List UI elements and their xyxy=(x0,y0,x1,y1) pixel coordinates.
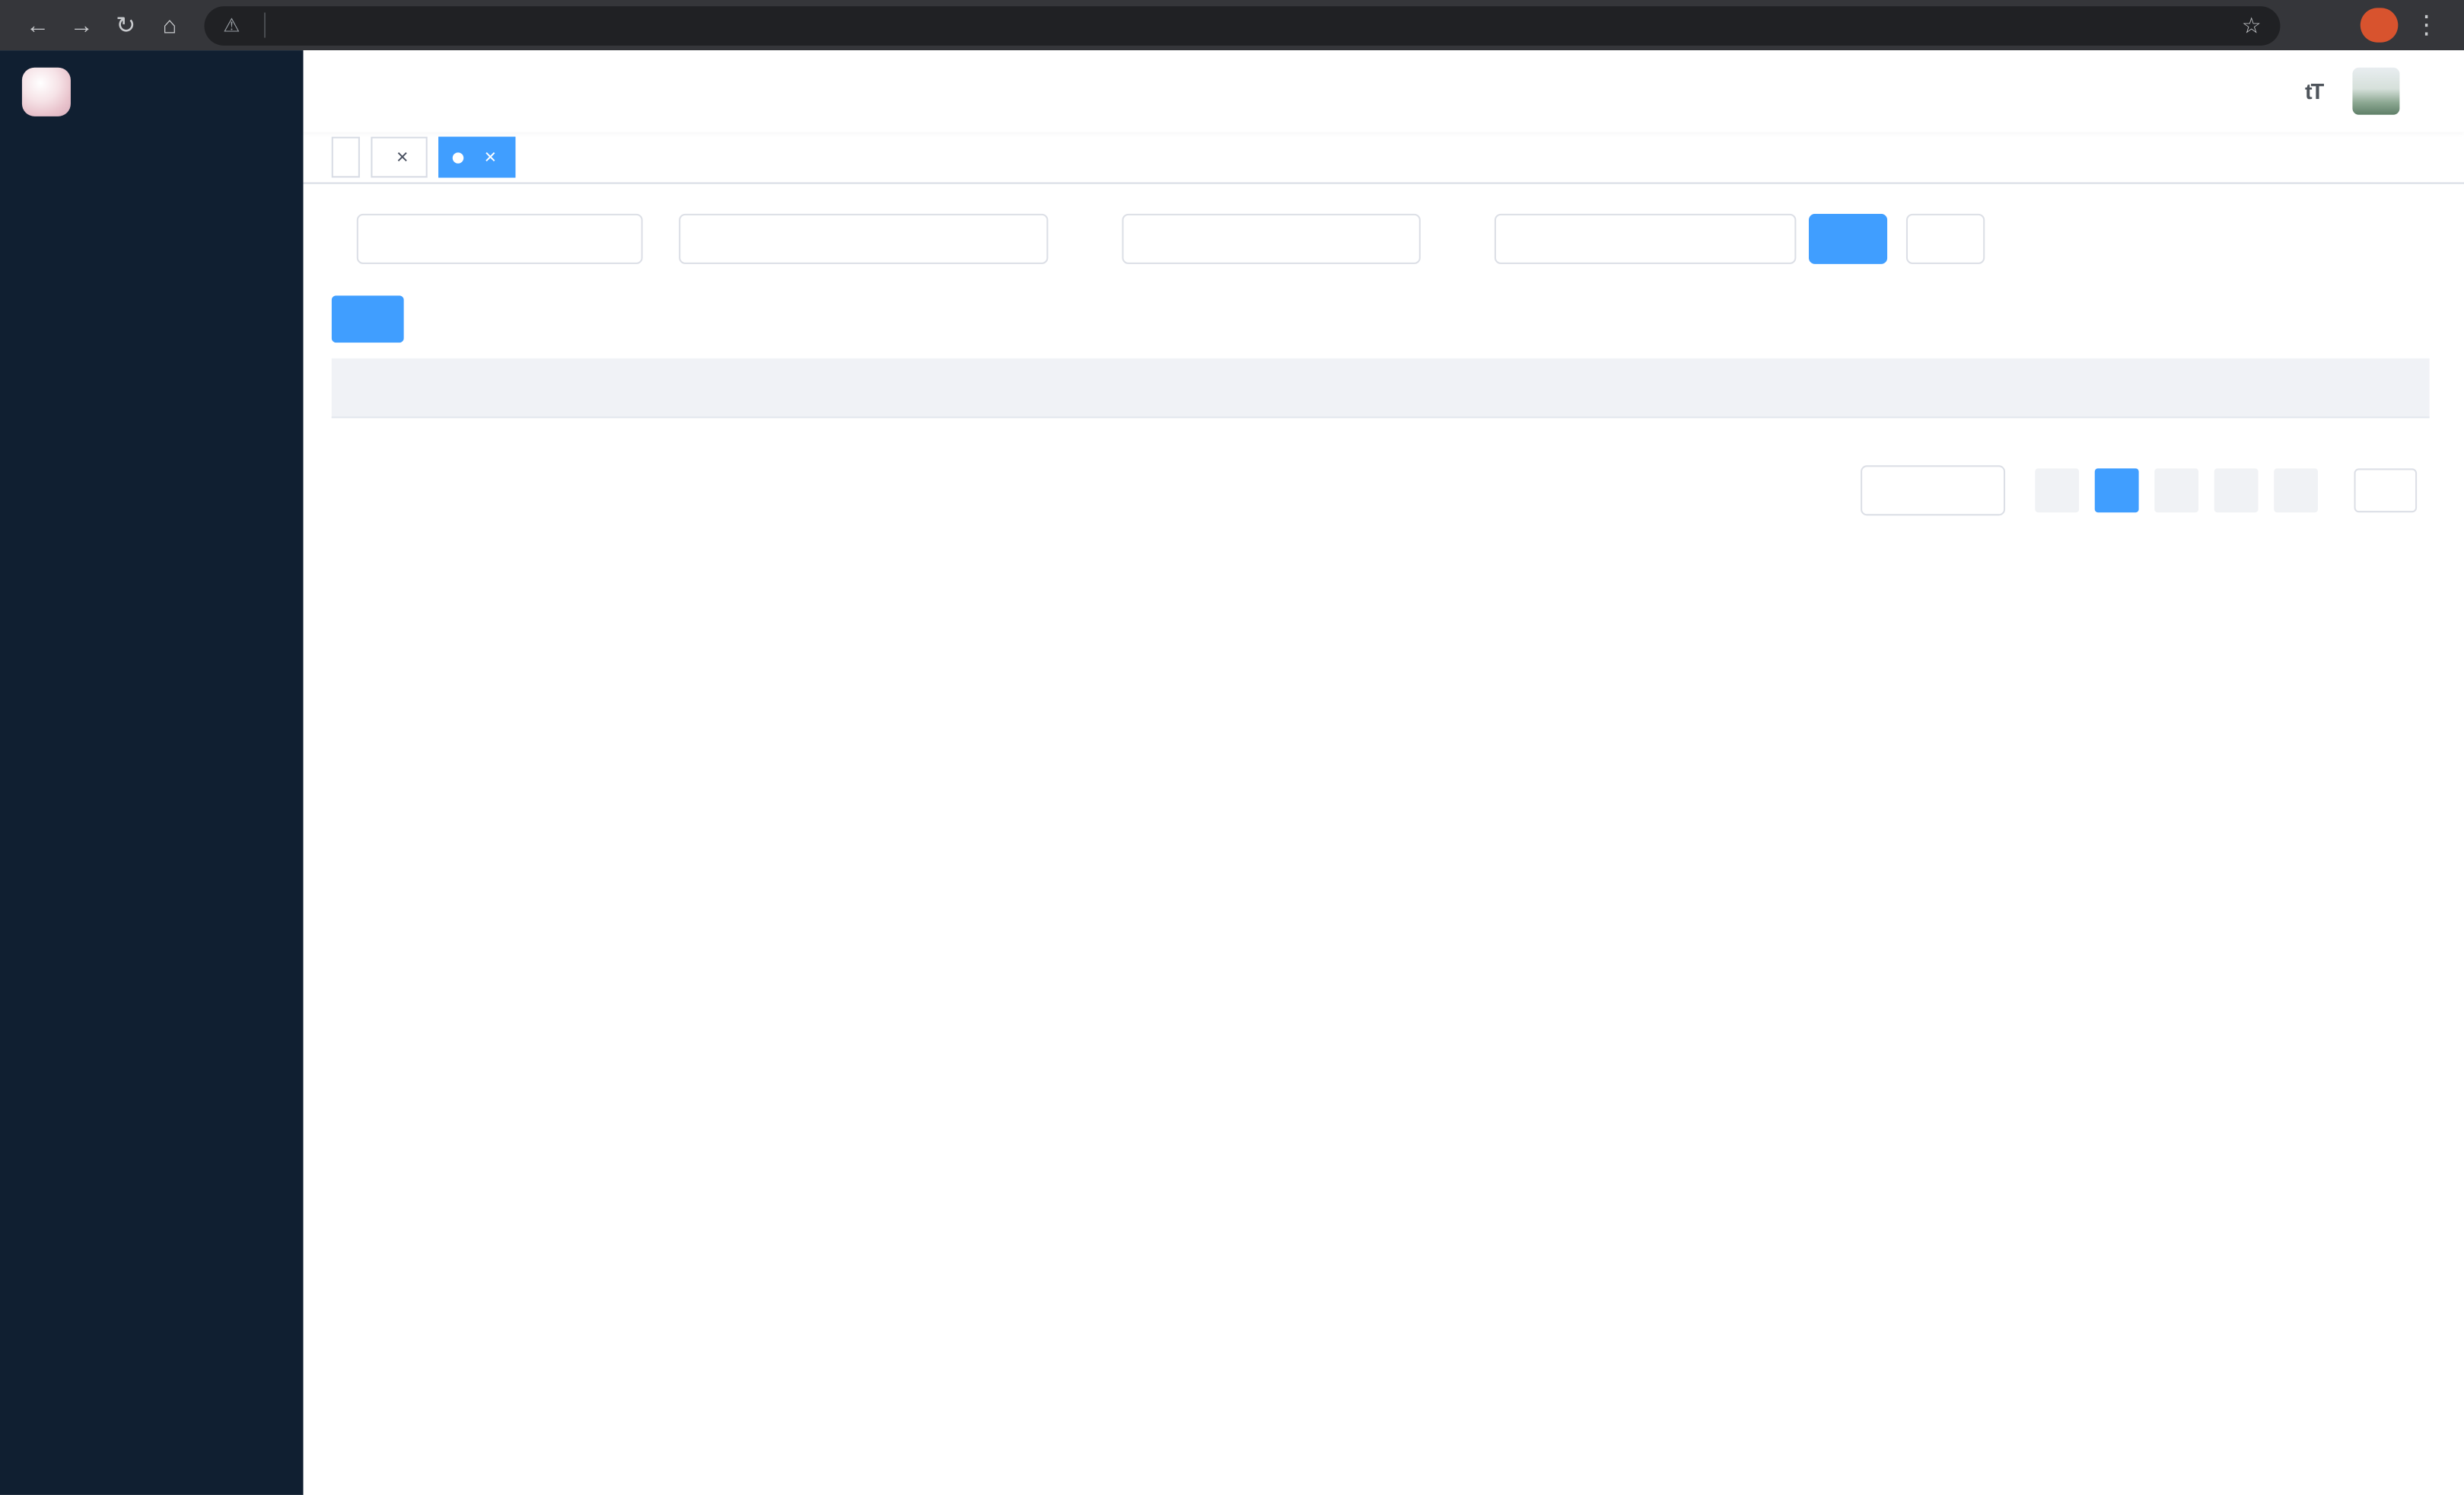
tab-leave-query[interactable]: × xyxy=(438,136,516,178)
reason-input[interactable] xyxy=(1494,213,1797,264)
tab-process-detail[interactable]: × xyxy=(371,136,428,178)
refresh-icon[interactable] xyxy=(2396,308,2420,331)
font-size-icon[interactable]: tT xyxy=(2305,78,2324,104)
leave-table xyxy=(331,358,2430,419)
navbar: tT xyxy=(304,50,2464,132)
chevron-down-icon xyxy=(605,230,624,249)
close-icon[interactable]: × xyxy=(479,146,501,168)
search-icon xyxy=(1834,228,1854,249)
page-content xyxy=(304,184,2464,1495)
reset-button[interactable] xyxy=(1905,213,1985,264)
chevron-right-icon xyxy=(2287,482,2305,499)
apply-time-range-picker[interactable] xyxy=(679,213,1049,264)
search-icon[interactable] xyxy=(2104,78,2131,104)
search-button[interactable] xyxy=(1808,213,1888,264)
chevron-down-icon xyxy=(1972,481,1991,500)
calendar-icon xyxy=(698,228,720,250)
fullscreen-icon[interactable] xyxy=(2255,78,2281,104)
browser-back-icon[interactable]: ← xyxy=(18,5,59,46)
pagination xyxy=(332,465,2430,516)
create-leave-button[interactable] xyxy=(331,295,404,343)
user-avatar[interactable] xyxy=(2352,67,2400,115)
caret-down-icon[interactable] xyxy=(2423,83,2439,99)
sidebar-menu xyxy=(0,132,304,1494)
refresh-icon xyxy=(1931,228,1952,249)
chevron-left-icon xyxy=(2049,482,2066,499)
page-size-select[interactable] xyxy=(1861,465,2006,516)
browser-reload-icon[interactable]: ↻ xyxy=(105,5,146,46)
incognito-icon xyxy=(2306,16,2332,35)
bookmark-star-icon[interactable]: ☆ xyxy=(2242,11,2262,38)
address-bar[interactable]: ⚠ ☆ xyxy=(204,5,2281,45)
navbar-actions: tT xyxy=(2104,67,2439,115)
hide-search-icon[interactable] xyxy=(2345,308,2368,331)
browser-home-icon[interactable]: ⌂ xyxy=(149,5,190,46)
goto-page-input[interactable] xyxy=(2354,468,2418,513)
github-icon[interactable] xyxy=(2154,78,2181,104)
browser-chrome: ← → ↻ ⌂ ⚠ ☆ ⋮ xyxy=(0,0,2464,51)
sidebar-collapse-icon[interactable] xyxy=(330,78,357,104)
browser-forward-icon[interactable]: → xyxy=(62,5,103,46)
chevron-down-icon xyxy=(1383,230,1402,249)
incognito-badge xyxy=(2306,16,2341,35)
tags-view: × × xyxy=(303,132,2464,184)
sidebar xyxy=(0,50,304,1495)
result-select[interactable] xyxy=(1122,213,1421,264)
security-chip[interactable]: ⚠ xyxy=(223,12,266,38)
warning-icon: ⚠ xyxy=(223,14,240,37)
app-logo[interactable] xyxy=(0,50,304,132)
browser-menu-icon[interactable]: ⋮ xyxy=(2406,5,2447,46)
help-icon[interactable] xyxy=(2205,78,2231,104)
app-root: ← → ↻ ⌂ ⚠ ☆ ⋮ tT × × xyxy=(0,0,2464,1495)
table-toolbar xyxy=(331,295,2430,343)
browser-update-button[interactable] xyxy=(2360,8,2399,43)
prev-page-button[interactable] xyxy=(2035,468,2080,513)
plus-icon xyxy=(354,309,374,330)
page-button-2[interactable] xyxy=(2154,468,2199,513)
active-tab-dot xyxy=(452,151,464,163)
table-header xyxy=(331,358,2430,419)
page-button-3[interactable] xyxy=(2214,468,2259,513)
page-button-1[interactable] xyxy=(2094,468,2139,513)
toolbar-right-actions xyxy=(2345,308,2430,331)
logo-image xyxy=(21,66,71,116)
close-icon[interactable]: × xyxy=(391,146,413,168)
tab-home[interactable] xyxy=(331,136,360,178)
next-page-button[interactable] xyxy=(2274,468,2319,513)
leave-type-select[interactable] xyxy=(356,213,643,264)
filter-form xyxy=(332,213,2430,264)
